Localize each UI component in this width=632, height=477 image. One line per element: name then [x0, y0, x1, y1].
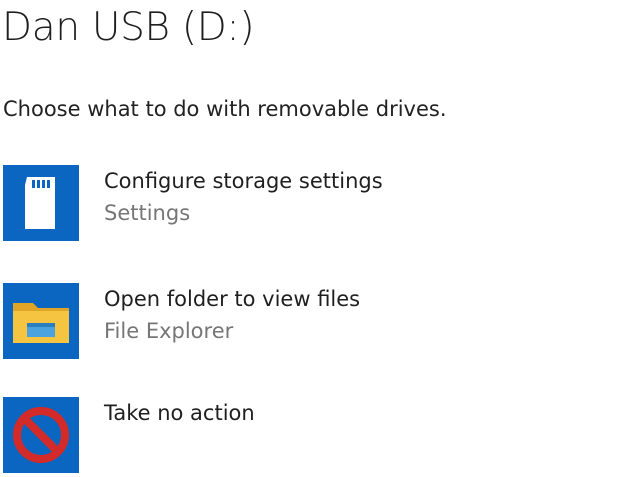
sd-card-icon — [3, 165, 79, 241]
configure-storage-option[interactable]: Configure storage settings Settings — [0, 162, 600, 242]
option-sublabel: File Explorer — [104, 319, 234, 343]
option-label: Take no action — [104, 401, 255, 425]
folder-icon — [3, 283, 79, 359]
dialog-prompt: Choose what to do with removable drives. — [3, 97, 447, 121]
option-label: Open folder to view files — [104, 287, 361, 311]
dialog-title: Dan USB (D:) — [2, 5, 255, 50]
no-action-icon — [3, 397, 79, 473]
take-no-action-option[interactable]: Take no action — [0, 394, 600, 474]
open-folder-option[interactable]: Open folder to view files File Explorer — [0, 280, 600, 360]
option-sublabel: Settings — [104, 201, 191, 225]
option-label: Configure storage settings — [104, 169, 383, 193]
